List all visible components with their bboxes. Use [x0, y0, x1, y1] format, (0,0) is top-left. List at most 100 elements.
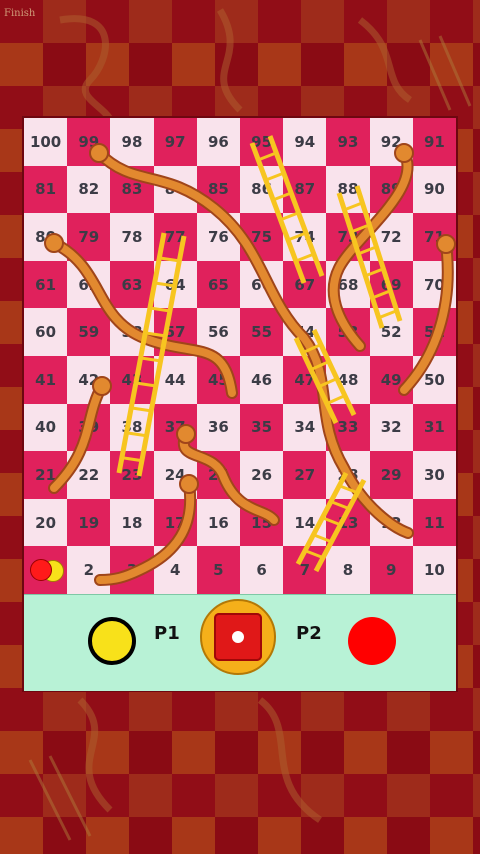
board-cell: 66 [240, 260, 284, 309]
board-cell: 22 [67, 451, 111, 499]
board-cell: 75 [240, 213, 284, 261]
board-cell: 69 [369, 260, 413, 309]
board-cell: 5 [196, 546, 240, 594]
board-cell: 12 [369, 498, 413, 547]
board-cell: 62 [67, 260, 111, 309]
board-cell: 97 [153, 118, 197, 166]
board-tokens [24, 546, 72, 594]
board-cell: 50 [412, 356, 456, 404]
board-cell: 68 [326, 260, 370, 309]
board-cell: 45 [196, 356, 240, 404]
board-cell: 83 [110, 165, 154, 214]
board-cell: 79 [67, 213, 111, 261]
dice-button[interactable] [200, 599, 276, 675]
board-cell: 96 [196, 118, 240, 166]
board-cell: 67 [283, 260, 327, 309]
board-cell: 95 [240, 118, 284, 166]
player1-token [88, 617, 136, 665]
board-cell: 28 [326, 451, 370, 499]
board-cell: 53 [326, 308, 370, 356]
player1-label: P1 [154, 623, 180, 644]
board-cell: 56 [196, 308, 240, 356]
board-cell: 64 [153, 260, 197, 309]
board-cell: 39 [67, 403, 111, 452]
board-cell: 3 [110, 546, 154, 594]
board-cell: 84 [153, 165, 197, 214]
board-cell: 80 [24, 213, 68, 261]
board-cell: 37 [153, 403, 197, 452]
board-cell: 40 [24, 403, 68, 452]
board-cell: 52 [369, 308, 413, 356]
board-cell: 44 [153, 356, 197, 404]
board-cell: 98 [110, 118, 154, 166]
background-finish-label: Finish [4, 8, 36, 19]
board-cell: 21 [24, 451, 68, 499]
board-cell: 23 [110, 451, 154, 499]
board-cell: 11 [412, 498, 456, 547]
board-cell: 78 [110, 213, 154, 261]
board-cell: 60 [24, 308, 68, 356]
dice-icon [214, 613, 262, 661]
board-cell: 63 [110, 260, 154, 309]
board-cell: 16 [196, 498, 240, 547]
board-cell: 61 [24, 260, 68, 309]
board-cell: 8 [326, 546, 370, 594]
board-cell: 4 [153, 546, 197, 594]
board-cell: 15 [240, 498, 284, 547]
board-cell: 48 [326, 356, 370, 404]
board-cell: 13 [326, 498, 370, 547]
player-panel: P1 P2 [24, 594, 456, 691]
board-cell: 89 [369, 165, 413, 214]
dice-pip [232, 631, 244, 643]
board-cell: 17 [153, 498, 197, 547]
board-cell: 65 [196, 260, 240, 309]
board-cell: 35 [240, 403, 284, 452]
board-cell: 76 [196, 213, 240, 261]
board-cell: 42 [67, 356, 111, 404]
board-cell: 99 [67, 118, 111, 166]
board-cell: 88 [326, 165, 370, 214]
board-cell: 85 [196, 165, 240, 214]
board-cell: 26 [240, 451, 284, 499]
board-cell: 49 [369, 356, 413, 404]
board-cell: 90 [412, 165, 456, 214]
board-cell: 81 [24, 165, 68, 214]
player2-board-token [30, 559, 52, 581]
board-cell: 2 [67, 546, 111, 594]
board-cell: 74 [283, 213, 327, 261]
board-cell: 30 [412, 451, 456, 499]
board-cell: 100 [24, 118, 68, 166]
board-cell: 36 [196, 403, 240, 452]
board-cell: 92 [369, 118, 413, 166]
board-cell: 20 [24, 498, 68, 547]
board-cell: 93 [326, 118, 370, 166]
board-cell: 73 [326, 213, 370, 261]
board-cell: 59 [67, 308, 111, 356]
player2-label: P2 [296, 623, 322, 644]
player2-token [348, 617, 396, 665]
board-cell: 33 [326, 403, 370, 452]
board-cell: 24 [153, 451, 197, 499]
board-cell: 7 [283, 546, 327, 594]
board-cell: 55 [240, 308, 284, 356]
board-cell: 10 [412, 546, 456, 594]
board-cell: 77 [153, 213, 197, 261]
board-cell: 87 [283, 165, 327, 214]
board-cell: 43 [110, 356, 154, 404]
board-cell: 34 [283, 403, 327, 452]
board-cell: 6 [240, 546, 284, 594]
board-cell: 9 [369, 546, 413, 594]
board-cell: 70 [412, 260, 456, 309]
game-board: 100 99 98 97 96 95 94 93 92 91 81 82 83 84 85 86 87 88 89 9… [24, 118, 456, 594]
board-cell: 54 [283, 308, 327, 356]
board-cell: 57 [153, 308, 197, 356]
board-cell: 72 [369, 213, 413, 261]
board-cell: 32 [369, 403, 413, 452]
board-cell: 19 [67, 498, 111, 547]
board-cell: 51 [412, 308, 456, 356]
board-cell: 14 [283, 498, 327, 547]
board-cell: 41 [24, 356, 68, 404]
board-cell: 18 [110, 498, 154, 547]
board-cell: 31 [412, 403, 456, 452]
board-cell: 94 [283, 118, 327, 166]
